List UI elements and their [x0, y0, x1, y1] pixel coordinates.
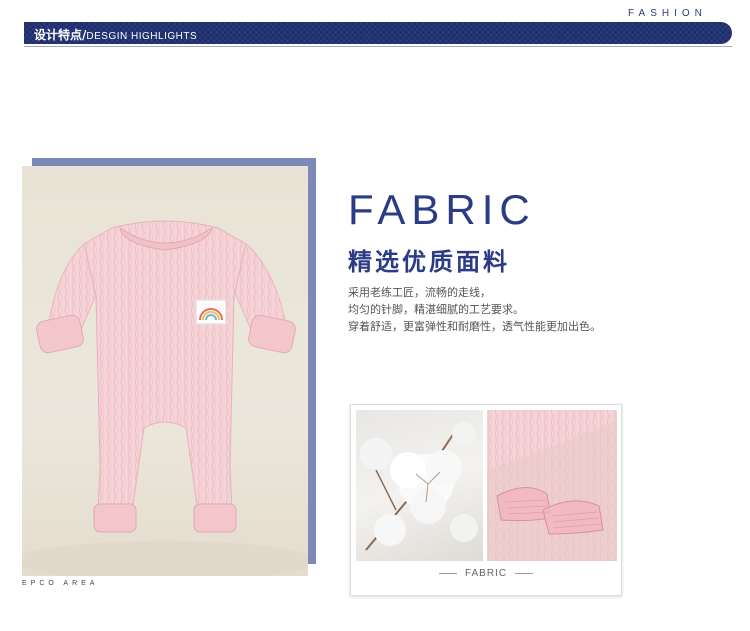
banner-title: 设计特点/DESGIN HIGHLIGHTS	[34, 26, 197, 43]
fashion-label: FASHION	[628, 8, 707, 19]
card-label: FABRIC	[351, 568, 621, 579]
romper-photo	[22, 166, 308, 576]
fabric-description: 采用老练工匠，流畅的走线， 均匀的针脚，精湛细腻的工艺要求。 穿着舒适，更富弹性…	[348, 284, 601, 335]
banner-title-en: DESGIN HIGHLIGHTS	[86, 31, 198, 42]
fabric-title: FABRIC	[348, 186, 536, 233]
banner-divider	[24, 46, 732, 47]
description-line: 穿着舒适，更富弹性和耐磨性，透气性能更加出色。	[348, 320, 601, 333]
banner-title-cn: 设计特点/	[34, 28, 87, 42]
fabric-detail-card: FABRIC	[350, 404, 622, 596]
description-line: 均匀的针脚，精湛细腻的工艺要求。	[348, 303, 524, 316]
cuff-detail-photo	[487, 410, 617, 561]
cotton-photo	[356, 410, 483, 561]
description-line: 采用老练工匠，流畅的走线，	[348, 286, 491, 299]
design-highlights-banner: 设计特点/DESGIN HIGHLIGHTS	[24, 22, 732, 44]
cuff-illustration	[487, 410, 617, 561]
fabric-subtitle: 精选优质面料	[348, 248, 510, 276]
epco-area-caption: EPCO AREA	[22, 580, 99, 587]
cotton-illustration	[360, 422, 478, 551]
romper-illustration	[22, 220, 308, 576]
